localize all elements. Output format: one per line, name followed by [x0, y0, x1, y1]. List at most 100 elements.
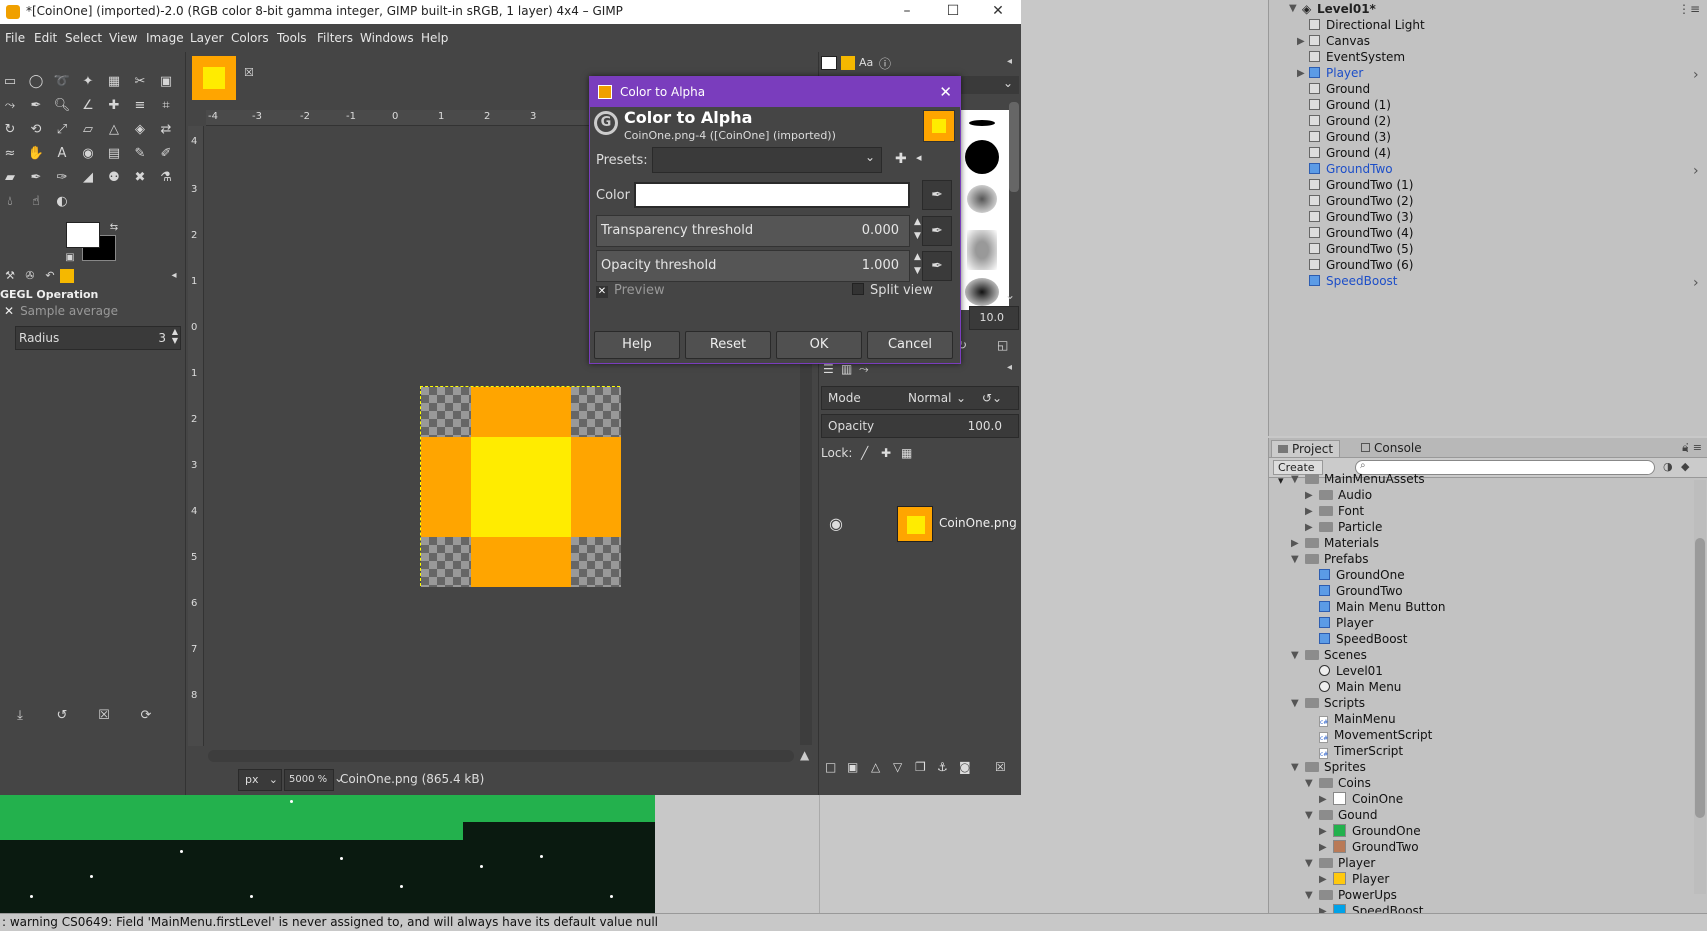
project-item[interactable]: Font: [1319, 504, 1364, 520]
chevron-right-icon[interactable]: ›: [1693, 67, 1703, 83]
collapse-arrow-icon[interactable]: ▼: [1305, 810, 1313, 821]
project-item[interactable]: PowerUps: [1319, 888, 1397, 904]
project-item[interactable]: Player: [1319, 616, 1373, 632]
new-layer-icon[interactable]: ▣: [847, 760, 858, 774]
close-icon[interactable]: ✕: [939, 77, 952, 107]
expand-arrow-icon[interactable]: ▶: [1319, 874, 1327, 885]
undo-history-tab-icon[interactable]: ↶: [40, 266, 60, 286]
project-item[interactable]: GroundTwo: [1333, 840, 1419, 856]
hierarchy-item[interactable]: Directional Light: [1309, 18, 1425, 34]
menu-image[interactable]: Image: [146, 31, 184, 45]
lasso-icon[interactable]: ➰: [52, 72, 72, 92]
zoom-select[interactable]: 5000 %: [284, 769, 334, 791]
crop-icon[interactable]: ⌗: [156, 96, 176, 116]
project-item[interactable]: Scenes: [1305, 648, 1367, 664]
expand-arrow-icon[interactable]: ▼: [1289, 3, 1297, 14]
project-item[interactable]: Prefabs: [1305, 552, 1369, 568]
hierarchy-item[interactable]: GroundTwo (2): [1309, 194, 1413, 210]
project-item[interactable]: Level01: [1319, 664, 1383, 680]
perspective-clone-icon[interactable]: ⚗: [156, 168, 176, 188]
menu-filters[interactable]: Filters: [317, 31, 353, 45]
close-icon[interactable]: ✕: [975, 0, 1021, 24]
hierarchy-item[interactable]: EventSystem: [1309, 50, 1405, 66]
handle-transform-icon[interactable]: ✋: [26, 144, 46, 164]
duplicate-layer-icon[interactable]: ❐: [915, 760, 926, 774]
chevron-right-icon[interactable]: ›: [1693, 163, 1703, 179]
project-item[interactable]: Scripts: [1305, 696, 1365, 712]
patterns-tab-icon[interactable]: [841, 56, 855, 70]
rotate-icon[interactable]: ⟲: [26, 120, 46, 140]
mypaint-brush-icon[interactable]: ◢: [78, 168, 98, 188]
chevron-down-icon[interactable]: ⌄: [1005, 288, 1015, 302]
hierarchy-item[interactable]: GroundTwo (3): [1309, 210, 1413, 226]
project-item[interactable]: SpeedBoost: [1319, 632, 1408, 648]
lower-layer-icon[interactable]: ▽: [893, 760, 902, 774]
close-icon[interactable]: ✕: [4, 304, 14, 318]
foreground-color-swatch[interactable]: [66, 222, 100, 248]
hierarchy-item[interactable]: Ground (4): [1309, 146, 1391, 162]
expand-arrow-icon[interactable]: ▶: [1291, 538, 1299, 549]
menu-select[interactable]: Select: [65, 31, 102, 45]
hierarchy-item[interactable]: GroundTwo (6): [1309, 258, 1413, 274]
default-colors-icon[interactable]: ▣: [60, 248, 80, 268]
raise-layer-icon[interactable]: △: [871, 760, 880, 774]
zoom-icon[interactable]: 🔍︎: [52, 96, 72, 116]
hierarchy-item[interactable]: SpeedBoost: [1309, 274, 1398, 290]
expand-arrow-icon[interactable]: ▶: [1305, 522, 1313, 533]
tool-options-tab-icon[interactable]: ⚒: [0, 266, 20, 286]
project-item[interactable]: CoinOne: [1333, 792, 1403, 808]
collapse-arrow-icon[interactable]: ▼: [1291, 554, 1299, 565]
project-item[interactable]: Player: [1333, 872, 1389, 888]
project-item[interactable]: Particle: [1319, 520, 1382, 536]
expand-arrow-icon[interactable]: ▶: [1297, 36, 1307, 47]
preview-checkbox[interactable]: ✕ Preview: [596, 283, 716, 301]
menu-colors[interactable]: Colors: [231, 31, 269, 45]
dodge-burn-icon[interactable]: ◐: [52, 192, 72, 212]
rect-select-icon[interactable]: ▭: [0, 72, 20, 92]
hierarchy-item[interactable]: GroundTwo (4): [1309, 226, 1413, 242]
bucket-fill-icon[interactable]: ◉: [78, 144, 98, 164]
color-select-icon[interactable]: ▦: [104, 72, 124, 92]
menu-windows[interactable]: Windows: [360, 31, 414, 45]
anchor-layer-icon[interactable]: ⚓: [937, 760, 948, 774]
coin-image[interactable]: [420, 386, 621, 587]
sample-average-toggle[interactable]: ✕ Sample average: [4, 304, 184, 318]
color-picker-icon[interactable]: ✒: [26, 96, 46, 116]
lock-position-icon[interactable]: ✚: [881, 446, 891, 460]
cancel-button[interactable]: Cancel: [867, 331, 953, 359]
hierarchy-item[interactable]: Player: [1309, 66, 1363, 82]
presets-combo[interactable]: ⌄: [652, 147, 882, 173]
project-item[interactable]: GroundOne: [1333, 824, 1421, 840]
menu-edit[interactable]: Edit: [34, 31, 57, 45]
paths-icon[interactable]: ⤳: [0, 96, 20, 116]
maximize-icon[interactable]: ☐: [930, 0, 976, 24]
project-item[interactable]: c# TimerScript: [1319, 744, 1403, 760]
brush-scrollbar[interactable]: [1009, 102, 1019, 192]
project-item[interactable]: c# MovementScript: [1319, 728, 1432, 744]
color-picker-icon[interactable]: ✒: [922, 216, 952, 246]
reset-options-icon[interactable]: ⟳: [136, 706, 156, 726]
hierarchy-item[interactable]: Ground (1): [1309, 98, 1391, 114]
mask-layer-icon[interactable]: ◙: [959, 760, 971, 774]
ink-icon[interactable]: ✑: [52, 168, 72, 188]
collapse-arrow-icon[interactable]: ▼: [1291, 650, 1299, 661]
hierarchy-item[interactable]: Ground (3): [1309, 130, 1391, 146]
hierarchy-item[interactable]: Ground: [1309, 82, 1370, 98]
ok-button[interactable]: OK: [776, 331, 862, 359]
spinner-arrows-icon[interactable]: ▲ ▼: [172, 327, 178, 345]
lock-alpha-icon[interactable]: ▦: [901, 446, 912, 460]
add-preset-icon[interactable]: ✚: [895, 151, 907, 167]
project-item[interactable]: Main Menu: [1319, 680, 1401, 696]
project-item[interactable]: GroundOne: [1319, 568, 1405, 584]
layer-row[interactable]: ◉ CoinOne.png: [821, 504, 1019, 544]
expand-arrow-icon[interactable]: ▶: [1305, 490, 1313, 501]
expand-arrow-icon[interactable]: ▶: [1319, 842, 1327, 853]
text-icon[interactable]: A: [52, 144, 72, 164]
layer-name[interactable]: CoinOne.png: [939, 516, 1017, 530]
paintbrush-icon[interactable]: ✐: [156, 144, 176, 164]
paths-tab-icon[interactable]: ⤳: [859, 362, 869, 377]
panel-menu-icon[interactable]: ◂: [1007, 56, 1012, 67]
image-thumbnail[interactable]: [192, 56, 236, 100]
panel-menu-icon[interactable]: ◂: [1007, 362, 1012, 373]
horizontal-scrollbar[interactable]: [208, 750, 794, 762]
